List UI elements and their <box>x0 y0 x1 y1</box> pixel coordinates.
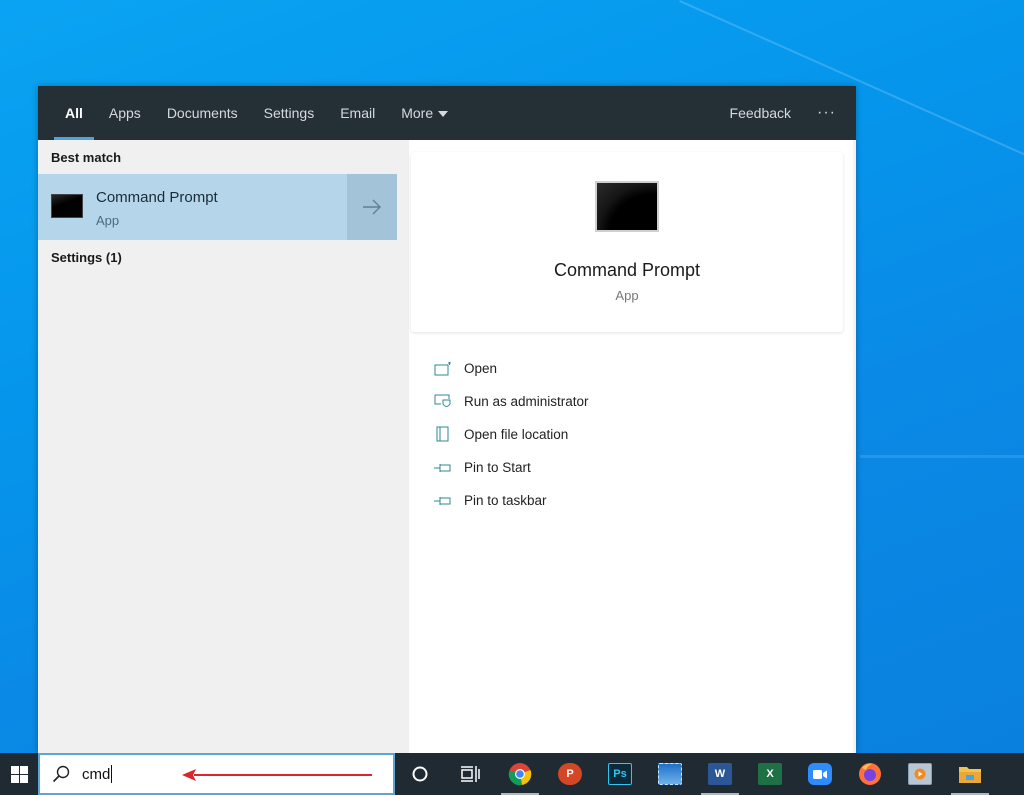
windows-search-panel: All Apps Documents Settings Email More F… <box>38 86 856 753</box>
tab-label: Email <box>340 105 376 121</box>
preview-subtitle: App <box>615 288 639 303</box>
action-open-file-location[interactable]: Open file location <box>433 418 589 451</box>
search-filter-nav: All Apps Documents Settings Email More F… <box>38 86 856 140</box>
results-list: Best match Command Prompt App Settings (… <box>38 140 397 753</box>
chrome-icon <box>508 763 532 786</box>
photoshop-icon: Ps <box>608 763 632 785</box>
tab-all[interactable]: All <box>52 86 96 140</box>
tab-settings[interactable]: Settings <box>251 86 328 140</box>
preview-pane: Command Prompt App Open Run as administr… <box>409 140 856 753</box>
windows-logo-icon <box>10 765 28 783</box>
search-query-text: cmd <box>82 765 111 783</box>
action-label: Run as administrator <box>464 394 589 409</box>
zoom-icon <box>808 763 832 785</box>
tab-apps[interactable]: Apps <box>96 86 154 140</box>
excel-icon: X <box>758 763 782 785</box>
panel-edge <box>853 140 856 753</box>
shield-window-icon <box>433 394 453 410</box>
command-prompt-icon <box>595 181 659 232</box>
tab-label: All <box>65 105 83 121</box>
taskbar-firefox[interactable] <box>845 753 895 795</box>
taskbar-photos[interactable] <box>645 753 695 795</box>
firefox-icon <box>859 763 881 785</box>
word-icon: W <box>708 763 732 785</box>
taskbar-photoshop[interactable]: Ps <box>595 753 645 795</box>
action-open[interactable]: Open <box>433 352 589 385</box>
pin-icon <box>433 493 453 509</box>
action-label: Open file location <box>464 427 569 442</box>
command-prompt-icon <box>51 194 83 218</box>
best-match-main[interactable]: Command Prompt App <box>38 174 345 240</box>
expand-result-button[interactable] <box>347 174 397 240</box>
taskbar-zoom[interactable] <box>795 753 845 795</box>
taskbar-media-player[interactable] <box>895 753 945 795</box>
result-subtitle: App <box>96 213 120 228</box>
settings-results-heading[interactable]: Settings (1) <box>38 250 122 265</box>
taskbar-task-view[interactable] <box>445 753 495 795</box>
pin-icon <box>433 460 453 476</box>
powerpoint-icon: P <box>558 763 582 785</box>
annotation-arrow-icon <box>182 769 372 781</box>
tab-label: Apps <box>108 105 141 121</box>
app-letter: W <box>714 768 726 780</box>
media-player-icon <box>908 763 932 785</box>
app-letter: X <box>766 768 774 780</box>
taskbar: cmd P Ps W X <box>0 753 1024 795</box>
text-cursor <box>111 765 113 783</box>
best-match-result[interactable]: Command Prompt App <box>38 174 397 240</box>
start-button[interactable] <box>0 753 38 795</box>
task-view-icon <box>461 766 480 782</box>
desktop-wallpaper-streak <box>860 455 1024 458</box>
action-label: Pin to Start <box>464 460 531 475</box>
taskbar-search-input[interactable]: cmd <box>38 753 395 795</box>
taskbar-chrome[interactable] <box>495 753 545 795</box>
open-window-icon <box>433 361 453 377</box>
folder-location-icon <box>433 426 453 443</box>
action-label: Pin to taskbar <box>464 493 547 508</box>
taskbar-word[interactable]: W <box>695 753 745 795</box>
taskbar-powerpoint[interactable]: P <box>545 753 595 795</box>
photos-icon <box>658 763 682 785</box>
taskbar-excel[interactable]: X <box>745 753 795 795</box>
action-pin-to-start[interactable]: Pin to Start <box>433 451 589 484</box>
preview-title: Command Prompt <box>553 260 701 280</box>
app-actions-list: Open Run as administrator Open file loca… <box>433 352 589 517</box>
more-options-icon[interactable]: ··· <box>817 104 836 122</box>
tab-documents[interactable]: Documents <box>154 86 251 140</box>
search-icon <box>52 765 70 783</box>
cortana-icon <box>412 766 428 782</box>
taskbar-cortana[interactable] <box>395 753 445 795</box>
best-match-heading: Best match <box>51 150 122 165</box>
app-letter: P <box>566 768 574 780</box>
result-title: Command Prompt <box>96 189 218 206</box>
tab-label: Settings <box>263 105 315 121</box>
taskbar-file-explorer[interactable] <box>945 753 995 795</box>
tab-label: Documents <box>166 105 238 121</box>
arrow-right-icon <box>363 199 381 215</box>
feedback-link[interactable]: Feedback <box>730 105 791 121</box>
app-letter: Ps <box>613 768 627 780</box>
tab-email[interactable]: Email <box>327 86 388 140</box>
tab-label: More <box>401 105 434 121</box>
file-explorer-icon <box>959 767 981 783</box>
caret-down-icon <box>438 111 449 118</box>
action-label: Open <box>464 361 498 376</box>
app-preview-card: Command Prompt App <box>411 152 843 332</box>
action-pin-to-taskbar[interactable]: Pin to taskbar <box>433 484 589 517</box>
action-run-as-administrator[interactable]: Run as administrator <box>433 385 589 418</box>
tab-more[interactable]: More <box>388 86 461 140</box>
